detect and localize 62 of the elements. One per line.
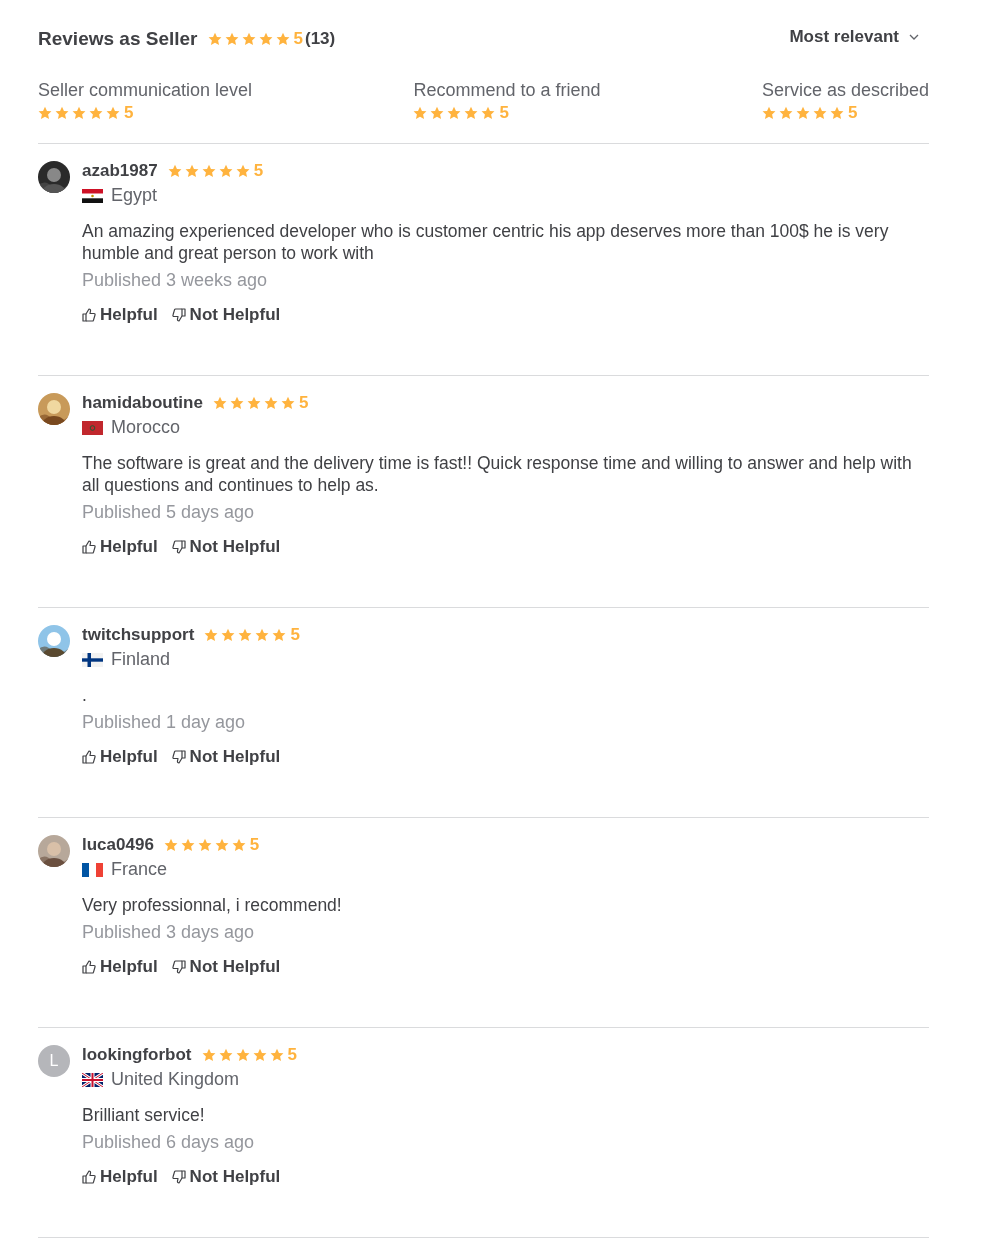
review-text: . xyxy=(82,684,88,706)
rating-value: 5 xyxy=(253,161,264,181)
helpful-button[interactable]: Helpful xyxy=(82,1167,158,1187)
thumbs-down-icon xyxy=(171,1170,186,1184)
rating-category: Recommend to a friend xyxy=(413,80,601,101)
avatar: L xyxy=(38,1045,70,1077)
chevron-down-icon xyxy=(909,34,919,40)
helpful-button[interactable]: Helpful xyxy=(82,957,158,977)
flag-icon xyxy=(82,188,103,203)
not-helpful-button[interactable]: Not Helpful xyxy=(171,537,281,557)
country-name: United Kingdom xyxy=(111,1069,240,1090)
helpful-button[interactable]: Helpful xyxy=(82,305,158,325)
rating-value: 5 xyxy=(293,29,303,49)
review-text: The software is great and the delivery time is fast!! Quick response time and willing to answer and help with all questions and continues to help as. xyxy=(82,452,913,496)
rating-category: Service as described xyxy=(761,80,929,101)
country-name: Finland xyxy=(111,649,171,670)
username[interactable]: hamidaboutine xyxy=(82,393,203,413)
username[interactable]: azab1987 xyxy=(82,161,158,181)
rating-value: 5 xyxy=(249,835,260,855)
section-title: Reviews as Seller xyxy=(38,28,198,50)
flag-icon xyxy=(82,652,103,667)
thumbs-up-icon xyxy=(82,308,96,322)
rating-category: Seller communication level xyxy=(38,80,253,101)
rating-value: 5 xyxy=(290,625,300,645)
username[interactable]: luca0496 xyxy=(82,835,154,855)
username[interactable]: twitchsupport xyxy=(82,625,195,645)
thumbs-down-icon xyxy=(171,308,186,322)
published-date: Published 6 days ago xyxy=(82,1132,256,1153)
rating-value: 5 xyxy=(499,103,509,123)
not-helpful-button[interactable]: Not Helpful xyxy=(171,1167,281,1187)
country-name: France xyxy=(111,859,168,880)
flag-icon xyxy=(82,862,103,877)
thumbs-up-icon xyxy=(82,750,96,764)
country-name: Egypt xyxy=(111,185,158,206)
not-helpful-button[interactable]: Not Helpful xyxy=(171,747,281,767)
helpful-button[interactable]: Helpful xyxy=(82,747,158,767)
published-date: Published 3 weeks ago xyxy=(82,270,269,291)
rating-value: 5 xyxy=(298,393,309,413)
review-text: Brilliant service! xyxy=(82,1104,206,1126)
rating-value: 5 xyxy=(847,103,858,123)
published-date: Published 1 day ago xyxy=(82,712,247,733)
sort-dropdown[interactable]: Most relevant xyxy=(789,27,929,47)
thumbs-down-icon xyxy=(171,960,186,974)
username[interactable]: lookingforbot xyxy=(82,1045,192,1065)
thumbs-up-icon xyxy=(82,1170,96,1184)
not-helpful-button[interactable]: Not Helpful xyxy=(171,305,281,325)
flag-icon xyxy=(82,420,103,435)
thumbs-up-icon xyxy=(82,960,96,974)
country-name: Morocco xyxy=(111,417,181,438)
review-count: (13) xyxy=(304,29,336,49)
rating-value: 5 xyxy=(287,1045,297,1065)
published-date: Published 3 days ago xyxy=(82,922,256,943)
thumbs-down-icon xyxy=(171,750,186,764)
not-helpful-button[interactable]: Not Helpful xyxy=(171,957,281,977)
flag-icon xyxy=(82,1072,103,1087)
rating-value: 5 xyxy=(124,103,134,123)
thumbs-up-icon xyxy=(82,540,96,554)
thumbs-down-icon xyxy=(171,540,186,554)
review-text: An amazing experienced developer who is customer centric his app deserves more than 100$ he is very humble and great person to work with xyxy=(82,220,890,264)
review-text: Very professionnal, i recommend! xyxy=(82,894,343,916)
helpful-button[interactable]: Helpful xyxy=(82,537,158,557)
published-date: Published 5 days ago xyxy=(82,502,256,523)
